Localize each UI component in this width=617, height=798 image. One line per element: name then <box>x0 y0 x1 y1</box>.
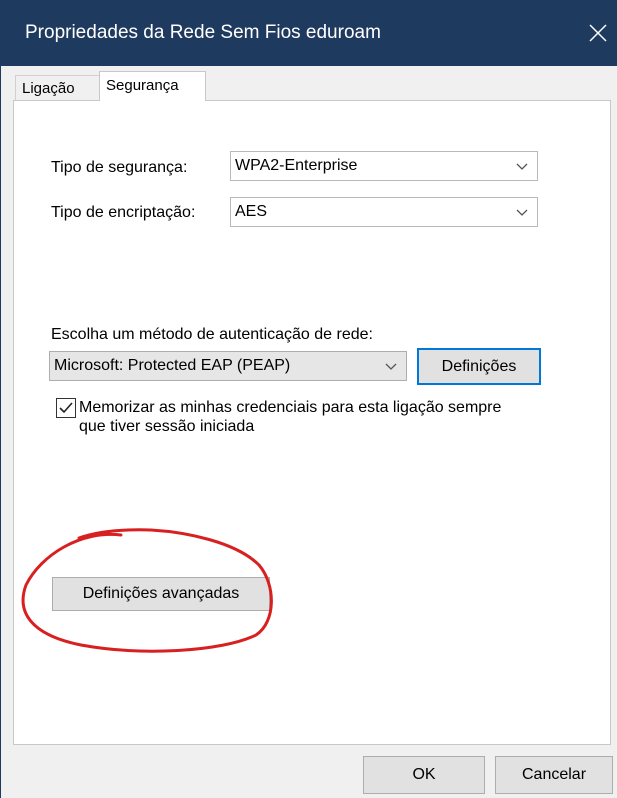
close-icon[interactable] <box>578 8 617 58</box>
advanced-settings-button[interactable]: Definições avançadas <box>52 577 270 611</box>
auth-method-value: Microsoft: Protected EAP (PEAP) <box>54 357 291 374</box>
auth-method-select[interactable]: Microsoft: Protected EAP (PEAP) <box>49 351 407 381</box>
auth-method-label: Escolha um método de autenticação de red… <box>51 326 373 343</box>
remember-credentials-checkbox[interactable] <box>56 398 76 418</box>
security-type-label: Tipo de segurança: <box>51 159 188 176</box>
cancel-button[interactable]: Cancelar <box>495 756 613 794</box>
chevron-down-icon <box>385 363 397 370</box>
chevron-down-icon <box>516 209 528 216</box>
security-type-select[interactable]: WPA2-Enterprise <box>230 151 538 181</box>
dialog-window: Propriedades da Rede Sem Fios eduroam Li… <box>0 0 617 798</box>
encryption-type-value: AES <box>235 203 268 220</box>
checkmark-icon <box>59 402 73 414</box>
security-tab-panel: Tipo de segurança: WPA2-Enterprise Tipo … <box>13 100 611 745</box>
tab-strip: Ligação Segurança <box>13 71 613 101</box>
encryption-type-select[interactable]: AES <box>230 197 538 227</box>
window-title: Propriedades da Rede Sem Fios eduroam <box>25 22 381 43</box>
tab-seguranca[interactable]: Segurança <box>99 71 206 101</box>
chevron-down-icon <box>516 163 528 170</box>
auth-settings-button[interactable]: Definições <box>417 348 541 385</box>
encryption-type-label: Tipo de encriptação: <box>51 204 196 221</box>
title-bar[interactable]: Propriedades da Rede Sem Fios eduroam <box>1 0 617 66</box>
remember-credentials-label-line1: Memorizar as minhas credenciais para est… <box>79 399 502 416</box>
remember-credentials-label-line2: que tiver sessão iniciada <box>79 418 255 435</box>
security-type-value: WPA2-Enterprise <box>235 157 358 174</box>
tab-ligacao[interactable]: Ligação <box>15 75 100 100</box>
ok-button[interactable]: OK <box>363 756 485 794</box>
